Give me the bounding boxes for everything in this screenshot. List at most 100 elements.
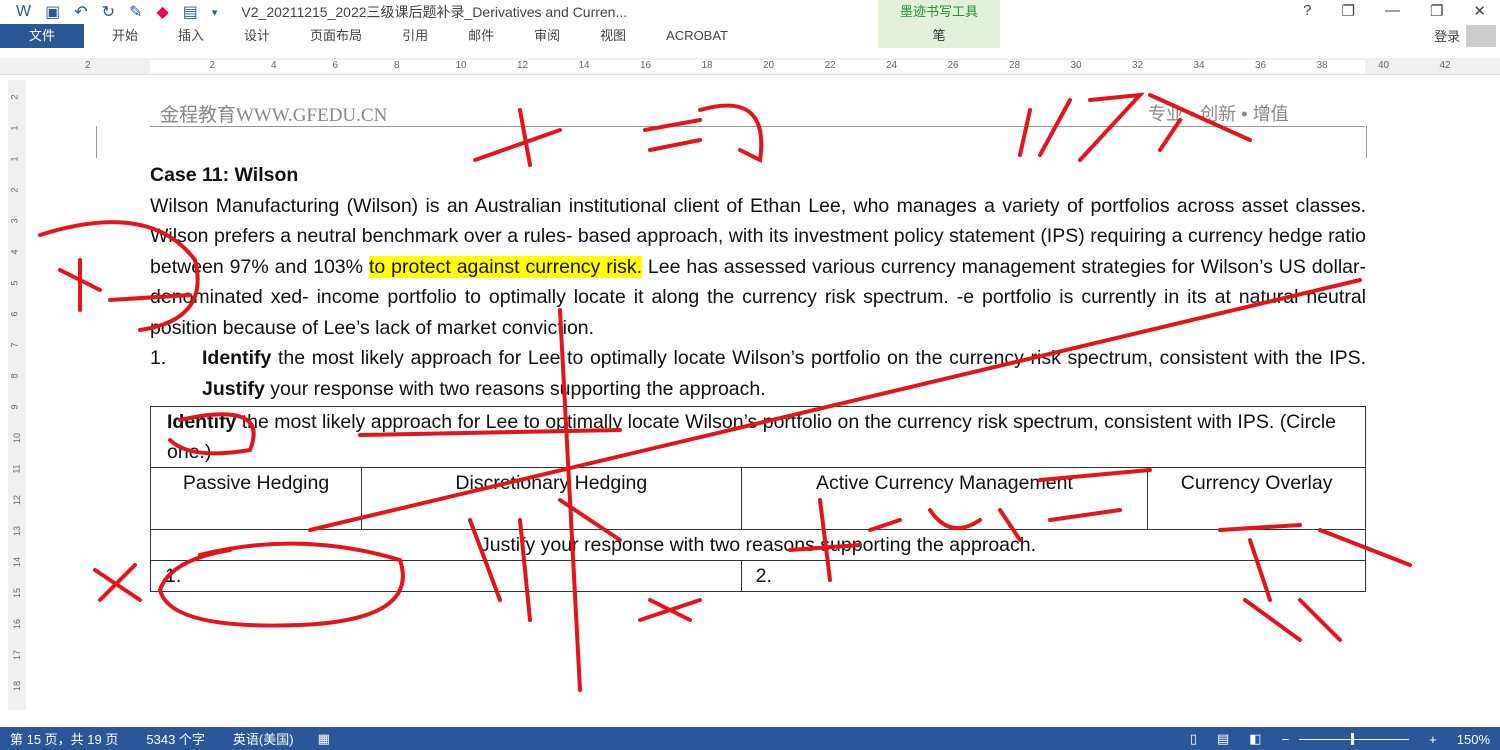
customize-icon[interactable]: ▾: [212, 6, 218, 19]
ruler-mark: 4: [271, 60, 277, 71]
answer-2[interactable]: 2.: [740, 560, 1367, 592]
document-title: V2_20211215_2022三级课后题补录_Derivatives and …: [241, 4, 628, 20]
margin-mark: [96, 126, 97, 158]
option-currency-overlay[interactable]: Currency Overlay: [1147, 467, 1366, 530]
minimize-button[interactable]: —: [1385, 2, 1400, 20]
ruler-mark: 8: [394, 60, 400, 71]
zoom-in-button[interactable]: +: [1429, 732, 1437, 747]
page-count[interactable]: 第 15 页，共 19 页: [10, 729, 118, 748]
read-mode-icon[interactable]: ▯: [1190, 731, 1197, 747]
ruler-mark: 18: [12, 680, 23, 692]
vertical-ruler[interactable]: 2 1 1 2 3 4 5 6 7 8 9 10 11 12 13 14 15 16 17 18: [8, 80, 26, 710]
word-icon: W: [16, 3, 32, 20]
ruler-mark: 14: [578, 60, 590, 71]
maximize-button[interactable]: ❐: [1430, 2, 1443, 20]
ruler-mark: 15: [12, 587, 23, 599]
tab-file[interactable]: 文件: [0, 24, 84, 48]
question-number: 1.: [150, 347, 167, 369]
ruler-mark: 4: [9, 249, 20, 255]
tab-layout[interactable]: 页面布局: [290, 24, 382, 48]
text: the most likely approach for Lee to opti…: [271, 347, 1366, 369]
pen-icon[interactable]: ✎: [129, 2, 142, 22]
ruler-mark: 16: [12, 618, 23, 630]
table-instruction: the most likely approach for Lee to opti…: [167, 411, 1337, 463]
text: your response with two reasons supportin…: [264, 377, 766, 400]
ruler-mark: 10: [12, 432, 23, 444]
avatar[interactable]: [1466, 25, 1496, 47]
ruler-mark: 1: [9, 125, 20, 131]
tab-design[interactable]: 设计: [224, 24, 290, 48]
ruler-mark: 5: [9, 280, 20, 286]
highlighted-text: to protect against currency risk.: [368, 255, 642, 278]
bold-text: Identify: [202, 347, 272, 369]
status-bar: 第 15 页，共 19 页 5343 个字 英语(美国) ▦ ▯ ▤ ◧ − +…: [0, 727, 1500, 750]
zoom-level[interactable]: 150%: [1457, 732, 1490, 747]
ruler-mark: 10: [455, 60, 467, 71]
ruler-mark: 9: [9, 404, 20, 410]
web-layout-icon[interactable]: ◧: [1249, 731, 1261, 747]
option-discretionary-hedging[interactable]: Discretionary Hedging: [361, 467, 742, 530]
ruler-mark: 11: [11, 464, 22, 474]
login-link[interactable]: 登录: [1434, 26, 1460, 45]
bold-text: Identify: [167, 411, 237, 433]
ruler-mark: 7: [9, 342, 20, 348]
tab-acrobat[interactable]: ACROBAT: [646, 24, 748, 48]
option-active-currency-management[interactable]: Active Currency Management: [740, 467, 1149, 530]
ruler-mark: 17: [12, 649, 23, 661]
macro-icon[interactable]: ▦: [318, 731, 330, 747]
close-button[interactable]: ✕: [1473, 2, 1486, 20]
question-1: 1. Identify the most likely approach for…: [150, 343, 1366, 404]
case-title: Case 11: Wilson: [150, 164, 299, 186]
ruler-mark: 2: [9, 94, 20, 100]
tab-mailings[interactable]: 邮件: [448, 24, 514, 48]
margin-mark: [1366, 126, 1367, 158]
ruler-mark: 12: [517, 60, 529, 71]
answer-table: Identify the most likely approach for Le…: [149, 406, 1367, 592]
ruler-mark: 20: [763, 60, 775, 71]
option-passive-hedging[interactable]: Passive Hedging: [149, 467, 363, 530]
tab-view[interactable]: 视图: [580, 24, 646, 48]
ink-tools-label: 墨迹书写工具: [899, 4, 978, 19]
eraser-icon[interactable]: ◆: [156, 2, 168, 22]
ruler-mark: 38: [1316, 60, 1328, 71]
undo-icon[interactable]: ↶: [74, 2, 87, 22]
save-icon[interactable]: ▣: [45, 2, 60, 22]
ruler-mark: 6: [9, 311, 20, 317]
ruler-mark: 8: [9, 373, 20, 379]
ruler-mark: 2: [209, 60, 216, 71]
document-body[interactable]: Case 11: Wilson Wilson Manufacturing (Wi…: [149, 160, 1367, 592]
title-bar: W ▣ ↶ ↻ ✎ ◆ ▤ ▾ V2_20211215_2022三级课后题补录_…: [0, 0, 1500, 24]
print-layout-icon[interactable]: ▤: [1217, 731, 1229, 747]
redo-icon[interactable]: ↻: [102, 2, 115, 22]
justify-instruction: Justify your response with two reasons s…: [150, 529, 1366, 561]
ruler-mark: 6: [332, 60, 339, 71]
bold-text: Justify: [202, 377, 265, 400]
answer-1[interactable]: 1.: [150, 560, 742, 592]
word-count[interactable]: 5343 个字: [146, 729, 205, 748]
language[interactable]: 英语(美国): [233, 729, 294, 748]
ink-stroke: [473, 103, 764, 167]
tab-insert[interactable]: 插入: [158, 24, 224, 48]
ribbon-tabs: 文件 开始 插入 设计 页面布局 引用 邮件 审阅 视图 ACROBAT: [0, 24, 1500, 48]
zoom-out-button[interactable]: −: [1282, 732, 1290, 747]
ruler-mark: 1: [9, 156, 20, 162]
tab-review[interactable]: 审阅: [514, 24, 580, 48]
horizontal-ruler[interactable]: 2 2 4 6 8 10 12 14 16 18 20 22 24 26 28 30 32 34 36 38 40 42: [0, 58, 1500, 75]
zoom-slider[interactable]: [1299, 732, 1410, 745]
ruler-mark: 42: [1439, 60, 1451, 71]
ruler-mark: 2: [85, 60, 91, 71]
ruler-mark: 3: [9, 218, 20, 224]
case-paragraph: Wilson Manufacturing (Wilson) is an Aust…: [150, 191, 1366, 344]
header-rule: [150, 126, 1365, 127]
ruler-mark: 34: [1193, 60, 1205, 71]
tab-references[interactable]: 引用: [382, 24, 448, 48]
help-button[interactable]: ?: [1303, 2, 1311, 20]
layout-icon[interactable]: ▤: [183, 2, 198, 22]
ruler-mark: 36: [1255, 60, 1267, 71]
tab-home[interactable]: 开始: [92, 24, 158, 48]
ruler-mark: 26: [947, 60, 959, 71]
ruler-mark: 40: [1378, 60, 1390, 71]
ruler-mark: 13: [12, 525, 23, 537]
ribbon-options-button[interactable]: ❐: [1342, 2, 1355, 20]
ruler-mark: 2: [9, 187, 20, 193]
